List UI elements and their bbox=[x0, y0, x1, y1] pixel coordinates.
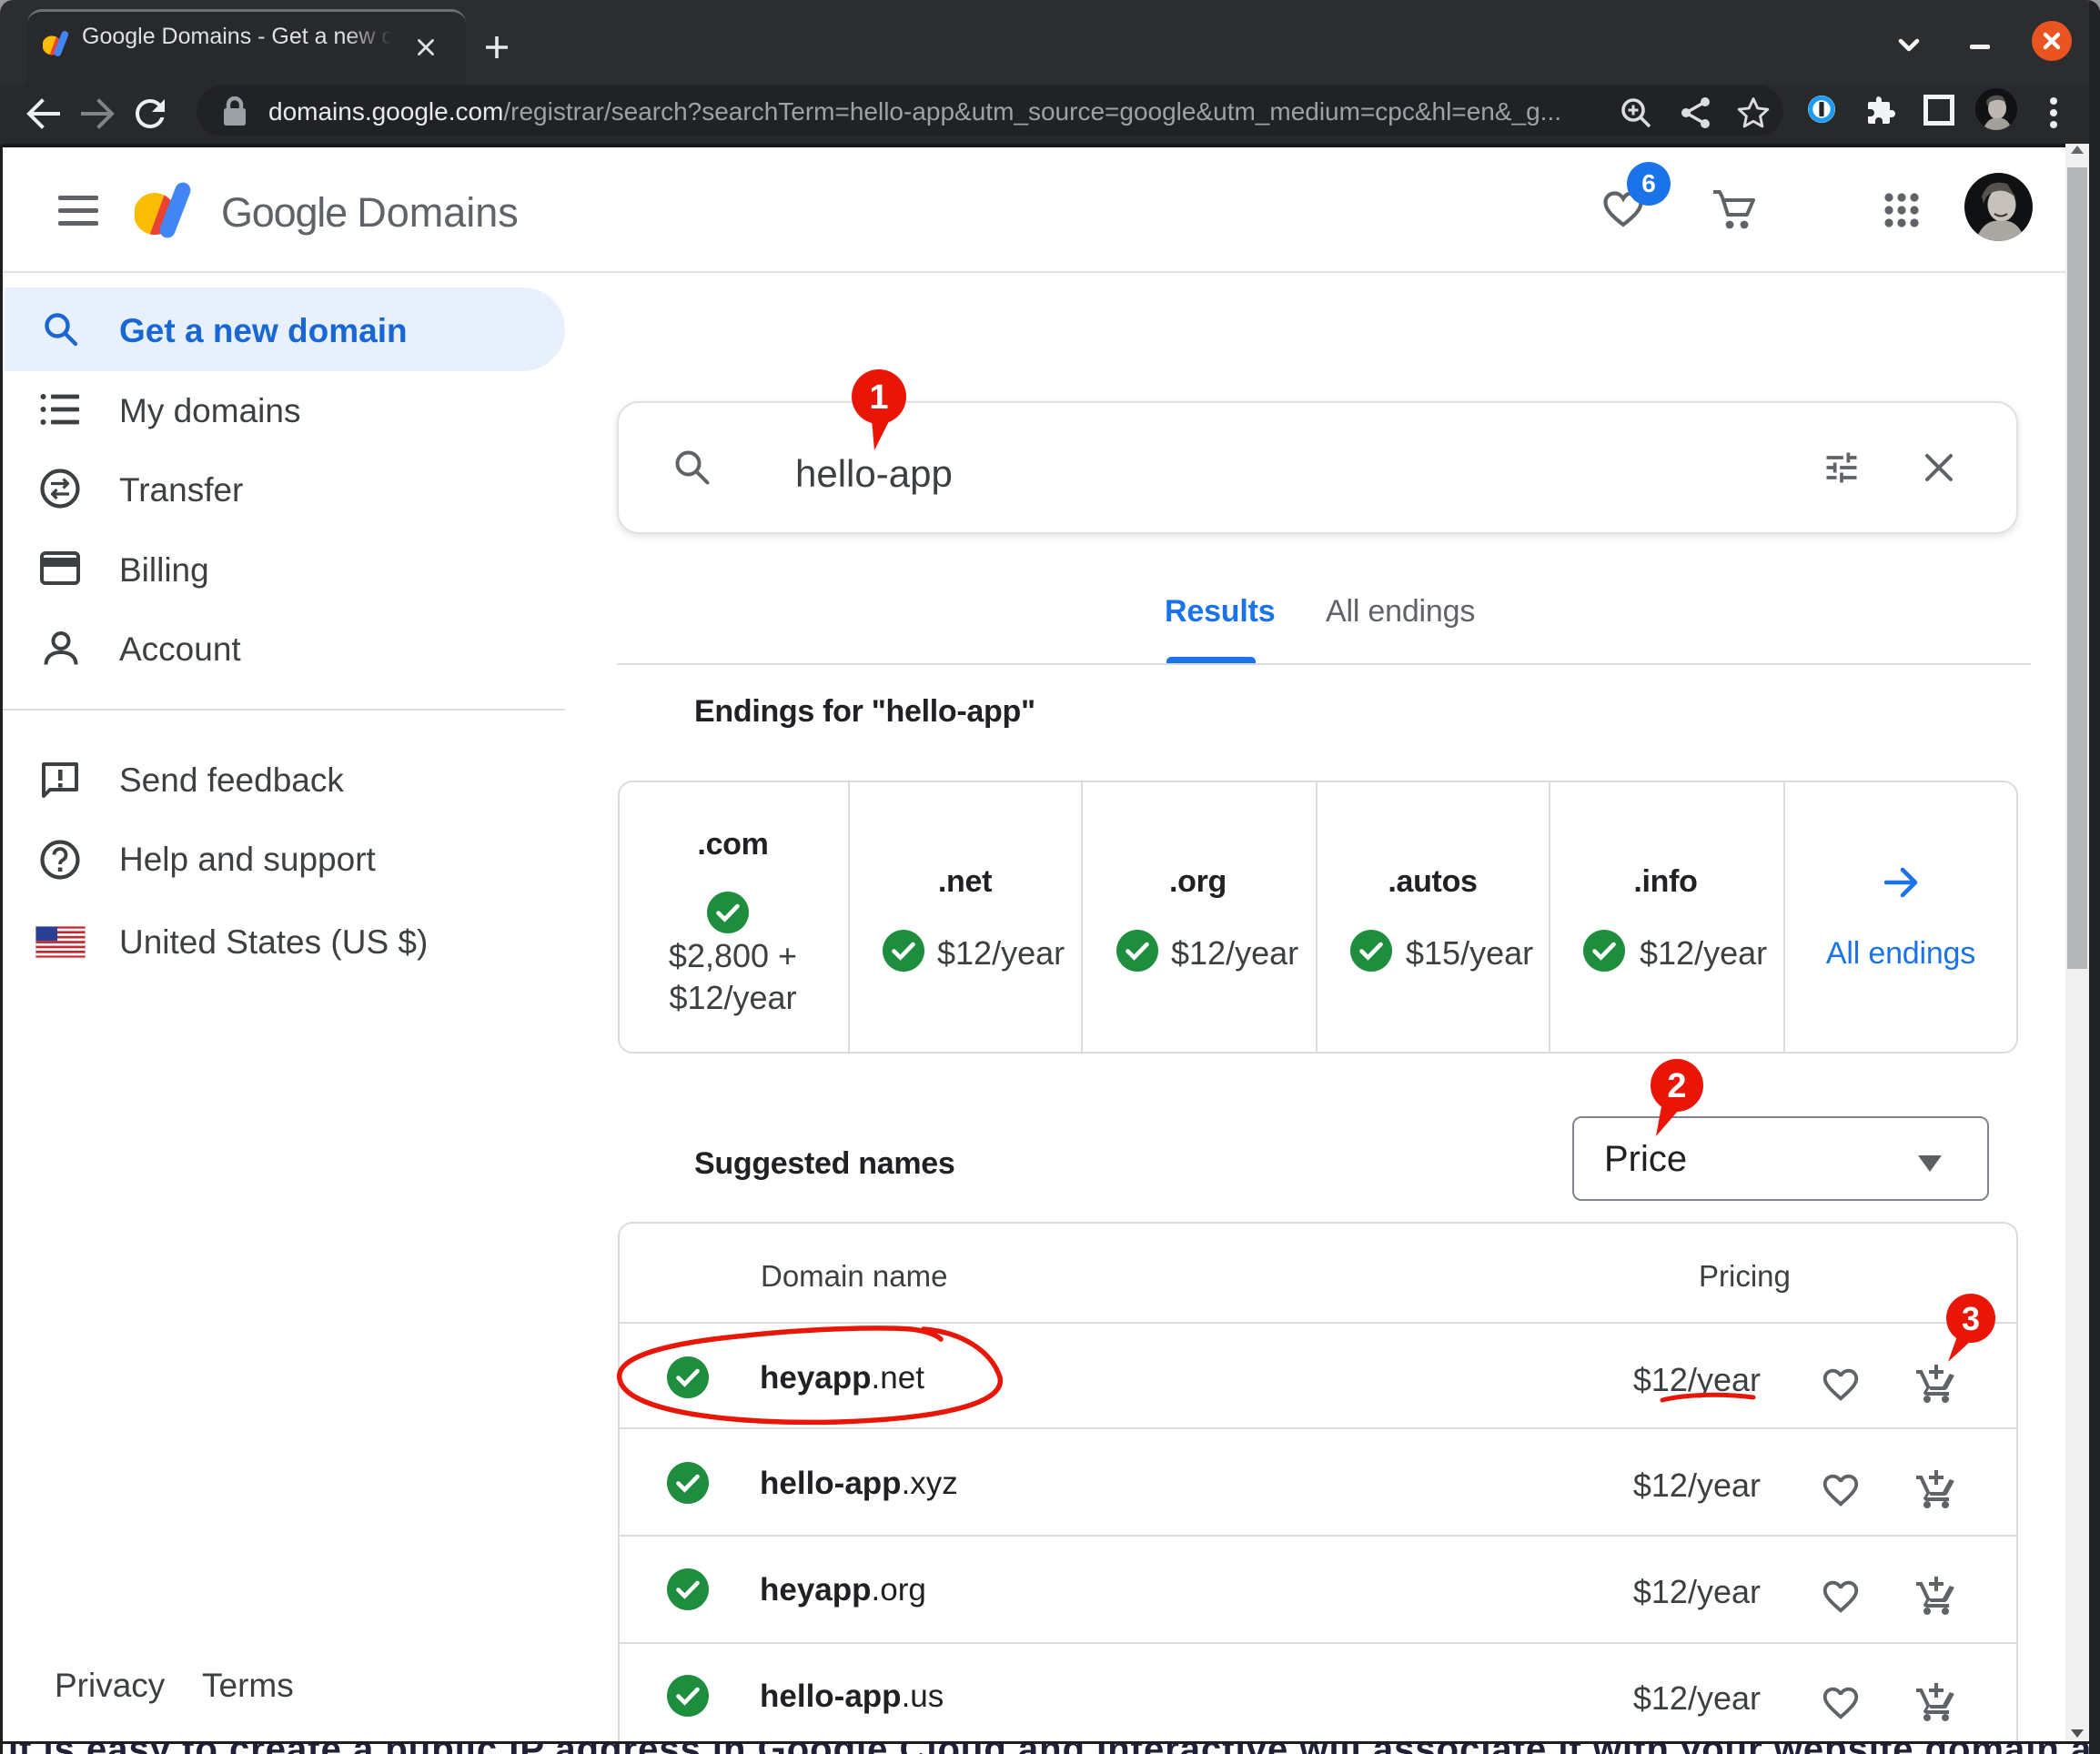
svg-text:2: 2 bbox=[1667, 1067, 1686, 1105]
svg-text:1: 1 bbox=[869, 378, 888, 417]
svg-text:3: 3 bbox=[1962, 1300, 1980, 1337]
